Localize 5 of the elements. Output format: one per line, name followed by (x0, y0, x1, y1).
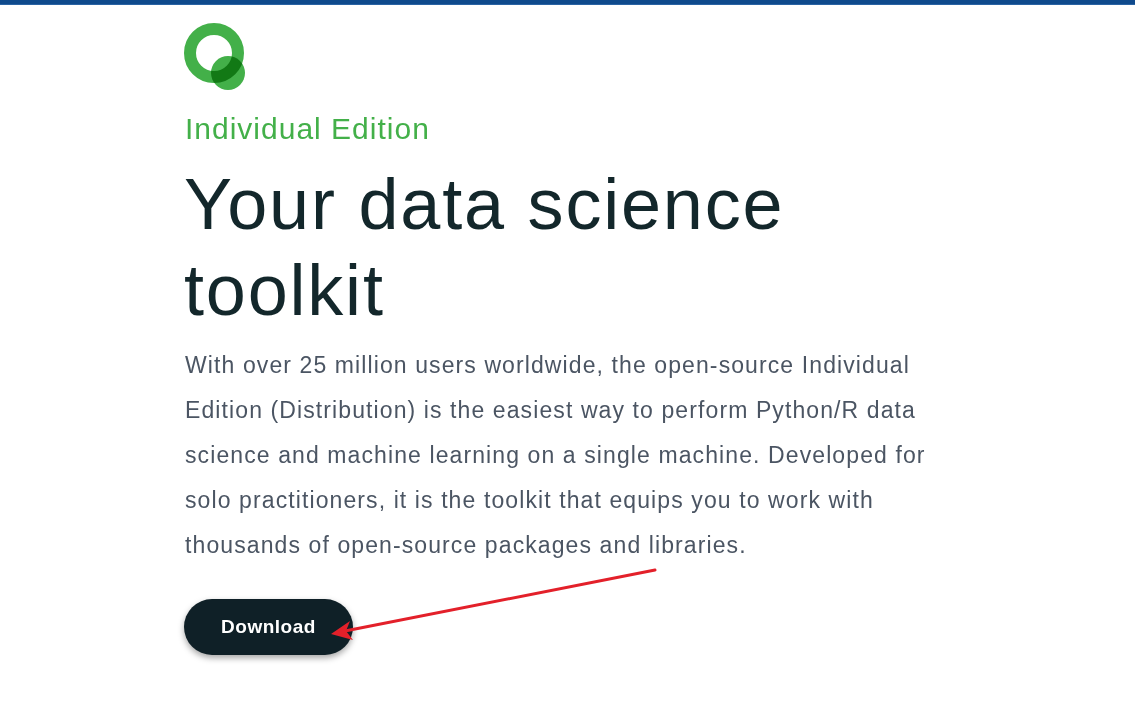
ring-logo-icon (184, 23, 246, 91)
download-button[interactable]: Download (184, 599, 353, 655)
description-text: With over 25 million users worldwide, the open-source Individual Edition (Distribution) is the easiest way to perform Python/R data science and machine learning on a single machine. Developed for solo practitioners, it is the toolkit that equips you to work with thousands of open-source packages and libraries. (184, 351, 927, 560)
page-heading: Your data science toolkit (184, 163, 786, 332)
edition-label: Individual Edition (184, 111, 430, 147)
